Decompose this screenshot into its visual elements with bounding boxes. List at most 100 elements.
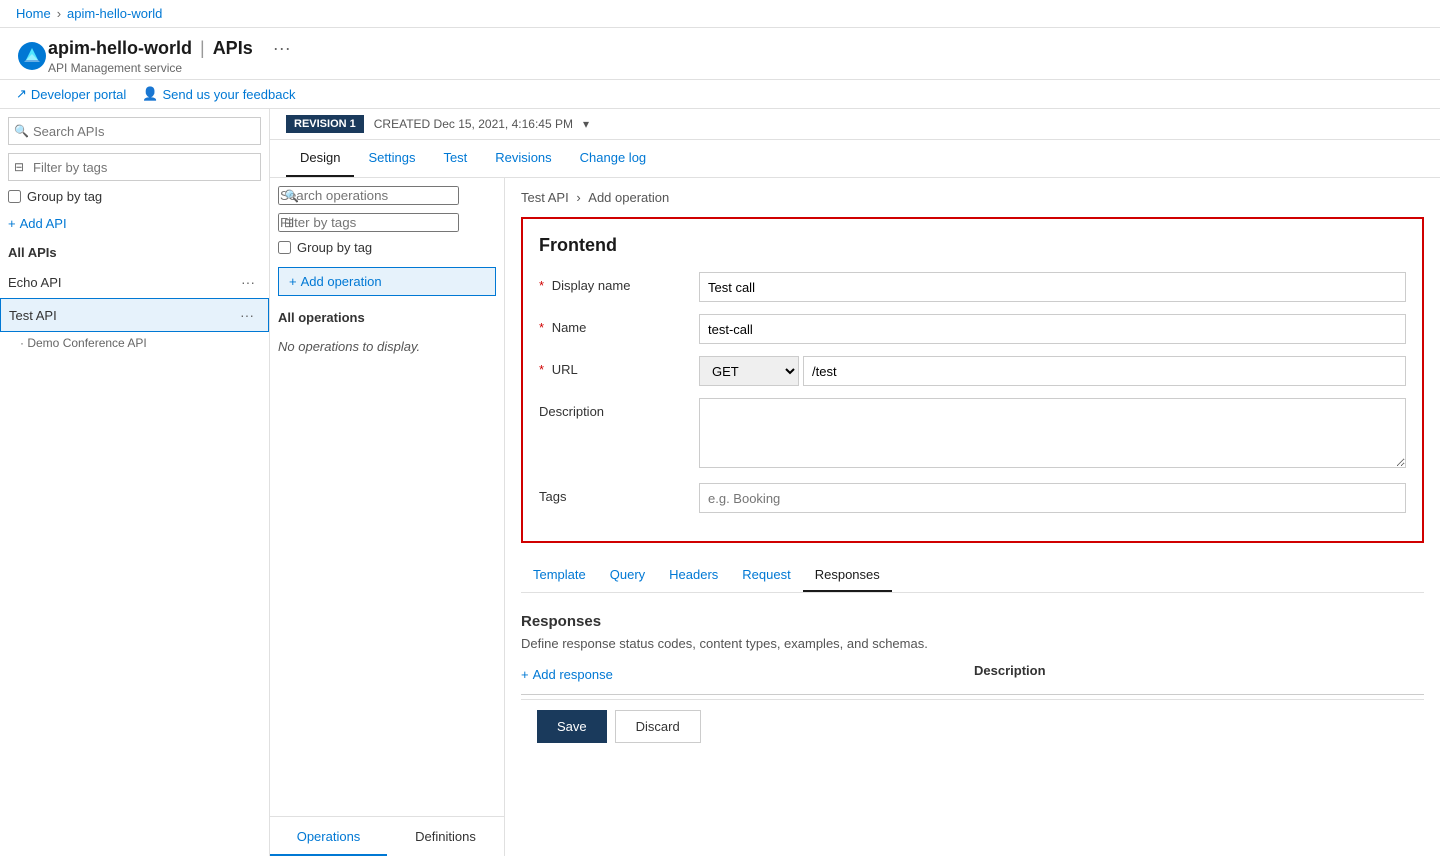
page-header: apim-hello-world | APIs ··· API Manageme…: [0, 28, 1440, 80]
ops-group-by-tag-row: Group by tag: [270, 236, 504, 259]
demo-conference-name: Demo Conference API: [27, 336, 146, 350]
add-api-icon: +: [8, 216, 16, 231]
sub-tab-headers[interactable]: Headers: [657, 559, 730, 592]
azure-icon: [16, 40, 48, 72]
group-by-tag-checkbox-row: Group by tag: [0, 185, 269, 208]
add-operation-icon: +: [289, 274, 297, 289]
tab-changelog[interactable]: Change log: [566, 140, 661, 177]
search-operations-input[interactable]: [278, 186, 459, 205]
description-row: Description: [539, 398, 1406, 471]
tags-control: [699, 483, 1406, 513]
all-apis-label: All APIs: [0, 239, 269, 266]
url-control: GET POST PUT DELETE PATCH HEAD OPTIONS T…: [699, 356, 1406, 386]
responses-title: Responses: [521, 613, 1424, 630]
external-link-icon: ↗: [16, 86, 27, 102]
page-title-block: apim-hello-world | APIs ··· API Manageme…: [48, 36, 297, 75]
add-operation-button[interactable]: + Add operation: [278, 267, 496, 296]
display-name-input[interactable]: [699, 272, 1406, 302]
discard-button[interactable]: Discard: [615, 710, 701, 743]
tab-revisions[interactable]: Revisions: [481, 140, 565, 177]
filter-apis-input[interactable]: [8, 153, 261, 181]
ops-tab-operations[interactable]: Operations: [270, 817, 387, 856]
form-panel: Test API › Add operation Frontend * Disp…: [505, 178, 1440, 856]
add-api-button[interactable]: + Add API: [0, 208, 269, 239]
sub-tab-query[interactable]: Query: [598, 559, 657, 592]
form-breadcrumb-sep: ›: [576, 190, 584, 205]
group-by-tag-label: Group by tag: [27, 189, 102, 204]
tab-test[interactable]: Test: [429, 140, 481, 177]
sidebar-item-demo-conference-api[interactable]: · Demo Conference API: [0, 332, 269, 354]
test-api-name: Test API: [9, 308, 57, 323]
feedback-icon: 👤: [142, 86, 158, 102]
ops-filter-wrapper: ⊟: [270, 213, 504, 236]
name-label: * Name: [539, 314, 699, 335]
tab-design[interactable]: Design: [286, 140, 354, 177]
echo-api-more-button[interactable]: ···: [235, 272, 261, 292]
more-options-button[interactable]: ···: [267, 36, 297, 61]
responses-description-col: Description: [613, 663, 1046, 686]
url-row-inner: GET POST PUT DELETE PATCH HEAD OPTIONS T…: [699, 356, 1406, 386]
test-api-more-button[interactable]: ···: [234, 305, 260, 325]
search-apis-input[interactable]: [8, 117, 261, 145]
add-response-button[interactable]: + Add response: [521, 663, 613, 686]
filter-ops-wrap: ⊟: [278, 213, 496, 232]
sidebar-item-echo-api[interactable]: Echo API ···: [0, 266, 269, 298]
frontend-box: Frontend * Display name: [521, 217, 1424, 543]
revision-dropdown-button[interactable]: ▾: [583, 117, 589, 131]
url-path-input[interactable]: [803, 356, 1406, 386]
save-button[interactable]: Save: [537, 710, 607, 743]
ops-bottom-tabs: Operations Definitions: [270, 816, 504, 856]
responses-desc: Define response status codes, content ty…: [521, 636, 1424, 651]
form-breadcrumb: Test API › Add operation: [521, 190, 1424, 205]
search-ops-icon: 🔍: [284, 189, 299, 203]
revision-info: CREATED Dec 15, 2021, 4:16:45 PM: [374, 117, 573, 131]
tab-settings[interactable]: Settings: [354, 140, 429, 177]
display-name-control: [699, 272, 1406, 302]
breadcrumb-service[interactable]: apim-hello-world: [67, 6, 162, 21]
name-row: * Name: [539, 314, 1406, 344]
add-response-icon: +: [521, 667, 529, 682]
search-ops-wrap: 🔍: [278, 186, 496, 205]
action-bar: ↗ Developer portal 👤 Send us your feedba…: [0, 80, 1440, 109]
sidebar-item-test-api[interactable]: Test API ···: [0, 298, 269, 332]
left-sidebar: 🔍 ⊟ Group by tag + Add API All APIs Echo…: [0, 109, 270, 856]
url-row: * URL GET POST PUT DELETE PATCH: [539, 356, 1406, 386]
description-input[interactable]: [699, 398, 1406, 468]
url-method-select[interactable]: GET POST PUT DELETE PATCH HEAD OPTIONS T…: [699, 356, 799, 386]
display-name-label: * Display name: [539, 272, 699, 293]
frontend-title: Frontend: [539, 235, 1406, 256]
name-input[interactable]: [699, 314, 1406, 344]
tags-input[interactable]: [699, 483, 1406, 513]
filter-apis-icon: ⊟: [14, 160, 24, 174]
sub-tab-request[interactable]: Request: [730, 559, 802, 592]
feedback-link[interactable]: 👤 Send us your feedback: [142, 86, 295, 102]
main-tabs: Design Settings Test Revisions Change lo…: [270, 140, 1440, 178]
main-layout: 🔍 ⊟ Group by tag + Add API All APIs Echo…: [0, 109, 1440, 856]
filter-operations-input[interactable]: [278, 213, 459, 232]
all-operations-label: All operations: [270, 304, 504, 331]
ops-group-by-tag-checkbox[interactable]: [278, 241, 291, 254]
top-breadcrumb: Home › apim-hello-world: [0, 0, 1440, 28]
tags-row: Tags: [539, 483, 1406, 513]
sub-tab-responses[interactable]: Responses: [803, 559, 892, 592]
ops-group-by-tag-label: Group by tag: [297, 240, 372, 255]
title-divider: |: [200, 38, 205, 59]
sub-tab-template[interactable]: Template: [521, 559, 598, 592]
save-bar: Save Discard: [521, 699, 1424, 753]
filter-ops-icon: ⊟: [284, 216, 294, 230]
ops-search-wrapper: 🔍: [270, 178, 504, 213]
group-by-tag-checkbox[interactable]: [8, 190, 21, 203]
sidebar-filter-wrapper: ⊟: [0, 153, 269, 185]
name-control: [699, 314, 1406, 344]
revision-bar: REVISION 1 CREATED Dec 15, 2021, 4:16:45…: [270, 109, 1440, 140]
breadcrumb-home[interactable]: Home: [16, 6, 51, 21]
section-name: APIs: [213, 38, 253, 59]
content-area: 🔍 ⊟ Group by tag + Add operation: [270, 178, 1440, 856]
revision-badge: REVISION 1: [286, 115, 364, 133]
operations-panel: 🔍 ⊟ Group by tag + Add operation: [270, 178, 505, 856]
ops-tab-definitions[interactable]: Definitions: [387, 817, 504, 856]
url-label: * URL: [539, 356, 699, 377]
developer-portal-link[interactable]: ↗ Developer portal: [16, 86, 126, 102]
responses-section: Responses Define response status codes, …: [521, 609, 1424, 699]
ops-empty-message: No operations to display.: [270, 331, 504, 362]
